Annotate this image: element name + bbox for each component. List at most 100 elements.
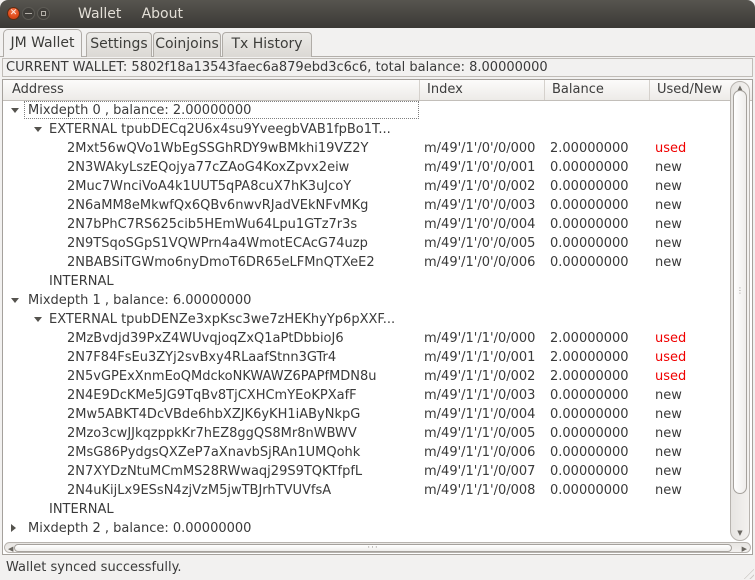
address-row-label: 2N7bPhC7RS625cib5HEmWu64Lpu1GTz7r3s <box>67 217 358 232</box>
cell-used-new: used <box>655 369 687 384</box>
address-row[interactable]: 2N3WAkyLszEQojya77cZAoG4KoxZpvx2eiw m/49'… <box>3 158 728 177</box>
cell-balance: 0.00000000 <box>550 217 629 232</box>
header-index[interactable]: Index <box>420 80 545 100</box>
tree-expander-icon[interactable] <box>34 317 42 322</box>
address-row[interactable]: 2MsG86PydgsQXZeP7aXnavbSjRAn1UMQohk m/49'… <box>3 443 728 462</box>
address-row[interactable]: 2Mxt56wQVo1WbEgSSGhRDY9wBMkhi19VZ2Y m/49'… <box>3 139 728 158</box>
mixdepth-row-label: Mixdepth 1 , balance: 6.00000000 <box>28 293 252 308</box>
address-row[interactable]: 2Mzo3cwJJkqzppkKr7hEZ8ggQS8Mr8nWBWV m/49'… <box>3 424 728 443</box>
cell-index: m/49'/1'/0'/0/006 <box>424 255 536 270</box>
maximize-button[interactable] <box>37 7 50 20</box>
address-row-label: 2MzBvdjd39PxZ4WUvqjoqZxQ1aPtDbbioJ6 <box>67 331 344 346</box>
titlebar[interactable]: ✕ Wallet About <box>0 0 755 28</box>
tab-tx-history[interactable]: Tx History <box>222 32 312 57</box>
cell-used-new: new <box>655 179 682 194</box>
address-row[interactable]: 2Mw5ABKT4DcVBde6hbXZJK6yKH1iAByNkpG m/49'… <box>3 405 728 424</box>
tree-expander-icon[interactable] <box>34 127 42 132</box>
cell-used-new: new <box>655 483 682 498</box>
vertical-scrollbar-track[interactable]: ▲ ⋮ ▼ <box>730 81 750 541</box>
vertical-scrollbar-thumb[interactable]: ⋮ <box>733 90 747 494</box>
branch-row[interactable]: INTERNAL <box>3 500 728 519</box>
cell-balance: 0.00000000 <box>550 160 629 175</box>
tree-viewport: Mixdepth 0 , balance: 2.00000000 EXTERNAL… <box>3 101 728 542</box>
header-address[interactable]: Address <box>3 80 420 100</box>
mixdepth-row[interactable]: Mixdepth 2 , balance: 0.00000000 <box>3 519 728 538</box>
vertical-scrollbar[interactable]: ▲ ⋮ ▼ <box>728 80 752 542</box>
maximize-icon <box>41 11 46 16</box>
cell-index: m/49'/1'/0'/0/005 <box>424 236 536 251</box>
address-row[interactable]: 2N4E9DcKMe5JG9TqBv8TjCXHCmYEoKPXafF m/49'… <box>3 386 728 405</box>
scroll-right-icon[interactable]: ▶ <box>742 545 747 553</box>
cell-balance: 0.00000000 <box>550 179 629 194</box>
address-row-label: 2Muc7WnciVoA4k1UUT5qPA8cuX7hK3uJcoY <box>67 179 352 194</box>
cell-balance: 2.00000000 <box>550 141 629 156</box>
address-row[interactable]: 2N7bPhC7RS625cib5HEmWu64Lpu1GTz7r3s m/49'… <box>3 215 728 234</box>
branch-row[interactable]: EXTERNAL tpubDECq2U6x4su9YveegbVAB1fpBo1… <box>3 120 728 139</box>
address-row[interactable]: 2N9TSqoSGpS1VQWPrn4a4WmotECAcG74uzp m/49'… <box>3 234 728 253</box>
header-balance[interactable]: Balance <box>545 80 650 100</box>
minimize-button[interactable] <box>22 7 35 20</box>
tab-coinjoins[interactable]: Coinjoins <box>153 32 221 57</box>
horizontal-scrollbar[interactable]: ◀ ··· ▶ <box>3 541 752 554</box>
tree-expander-icon[interactable] <box>11 524 16 532</box>
cell-balance: 0.00000000 <box>550 426 629 441</box>
cell-index: m/49'/1'/1'/0/000 <box>424 331 536 346</box>
cell-balance: 0.00000000 <box>550 445 629 460</box>
address-row-label: 2N6aMM8eMkwfQx6QBv6nwvRJadVEkNFvMKg <box>67 198 369 213</box>
cell-used-new: used <box>655 331 687 346</box>
cell-balance: 0.00000000 <box>550 198 629 213</box>
address-row-label: 2N5vGPExXnmEoQMdckoNKWAWZ6PAPfMDN8u <box>67 369 377 384</box>
minimize-icon <box>25 13 32 14</box>
cell-balance: 2.00000000 <box>550 331 629 346</box>
branch-row-label: INTERNAL <box>49 502 114 517</box>
scroll-down-icon[interactable]: ▼ <box>731 530 749 537</box>
wallet-window: ✕ Wallet About JM Wallet Settings Coinjo… <box>0 0 755 580</box>
tree-expander-icon[interactable] <box>11 298 19 303</box>
address-row[interactable]: 2N4uKijLx9ESsN4zjVzM5jwTBJrhTVUVfsA m/49'… <box>3 481 728 500</box>
horizontal-scrollbar-track[interactable]: ◀ ··· ▶ <box>4 542 751 553</box>
close-button[interactable]: ✕ <box>7 7 20 20</box>
cell-used-new: new <box>655 464 682 479</box>
scrollbar-grip-icon: ⋮ <box>736 286 744 295</box>
branch-row[interactable]: INTERNAL <box>3 272 728 291</box>
header-used-new[interactable]: Used/New <box>650 80 728 100</box>
address-row[interactable]: 2N7F84FsEu3ZYj2svBxy4RLaafStnn3GTr4 m/49'… <box>3 348 728 367</box>
tab-jm-wallet[interactable]: JM Wallet <box>3 29 82 57</box>
close-icon: ✕ <box>9 8 18 18</box>
menu-about[interactable]: About <box>142 0 183 28</box>
cell-index: m/49'/1'/1'/0/003 <box>424 388 536 403</box>
address-row[interactable]: 2N5vGPExXnmEoQMdckoNKWAWZ6PAPfMDN8u m/49'… <box>3 367 728 386</box>
menubar: Wallet About <box>78 0 199 28</box>
branch-row-label: INTERNAL <box>49 274 114 289</box>
cell-used-new: used <box>655 141 687 156</box>
branch-row[interactable]: EXTERNAL tpubDENZe3xpKsc3we7zHEKhyYp6pXX… <box>3 310 728 329</box>
mixdepth-row[interactable]: Mixdepth 1 , balance: 6.00000000 <box>3 291 728 310</box>
mixdepth-row[interactable]: Mixdepth 0 , balance: 2.00000000 <box>3 101 728 120</box>
cell-balance: 0.00000000 <box>550 255 629 270</box>
address-row-label: 2Mw5ABKT4DcVBde6hbXZJK6yKH1iAByNkpG <box>67 407 361 422</box>
menu-wallet[interactable]: Wallet <box>78 0 121 28</box>
address-row[interactable]: 2MzBvdjd39PxZ4WUvqjoqZxQ1aPtDbbioJ6 m/49'… <box>3 329 728 348</box>
cell-index: m/49'/1'/0'/0/004 <box>424 217 536 232</box>
branch-row-label: EXTERNAL tpubDENZe3xpKsc3we7zHEKhyYp6pXX… <box>49 312 396 327</box>
tab-settings[interactable]: Settings <box>86 32 152 57</box>
address-row[interactable]: 2NBABSiTGWmo6nyDmoT6DR65eLFMnQTXeE2 m/49'… <box>3 253 728 272</box>
address-row[interactable]: 2N7XYDzNtuMCmMS28RWwaqj29S9TQKTfpfL m/49'… <box>3 462 728 481</box>
current-wallet-banner: CURRENT WALLET: 5802f18a13543faec6a879eb… <box>2 58 753 77</box>
cell-index: m/49'/1'/0'/0/001 <box>424 160 536 175</box>
address-row[interactable]: 2N6aMM8eMkwfQx6QBv6nwvRJadVEkNFvMKg m/49'… <box>3 196 728 215</box>
status-message: Wallet synced successfully. <box>6 560 182 575</box>
scroll-left-icon[interactable]: ◀ <box>8 545 13 553</box>
branch-row-label: EXTERNAL tpubDECq2U6x4su9YveegbVAB1fpBo1… <box>49 122 391 137</box>
address-row-label: 2Mxt56wQVo1WbEgSSGhRDY9wBMkhi19VZ2Y <box>67 141 369 156</box>
tree-expander-icon[interactable] <box>11 108 19 113</box>
cell-used-new: new <box>655 407 682 422</box>
tree-header: Address Index Balance Used/New <box>3 80 752 101</box>
cell-balance: 0.00000000 <box>550 464 629 479</box>
cell-index: m/49'/1'/1'/0/001 <box>424 350 536 365</box>
address-row-label: 2N9TSqoSGpS1VQWPrn4a4WmotECAcG74uzp <box>67 236 368 251</box>
cell-used-new: new <box>655 198 682 213</box>
address-row[interactable]: 2Muc7WnciVoA4k1UUT5qPA8cuX7hK3uJcoY m/49'… <box>3 177 728 196</box>
address-row-label: 2N4uKijLx9ESsN4zjVzM5jwTBJrhTVUVfsA <box>67 483 332 498</box>
horizontal-scrollbar-thumb[interactable]: ··· <box>14 543 732 553</box>
